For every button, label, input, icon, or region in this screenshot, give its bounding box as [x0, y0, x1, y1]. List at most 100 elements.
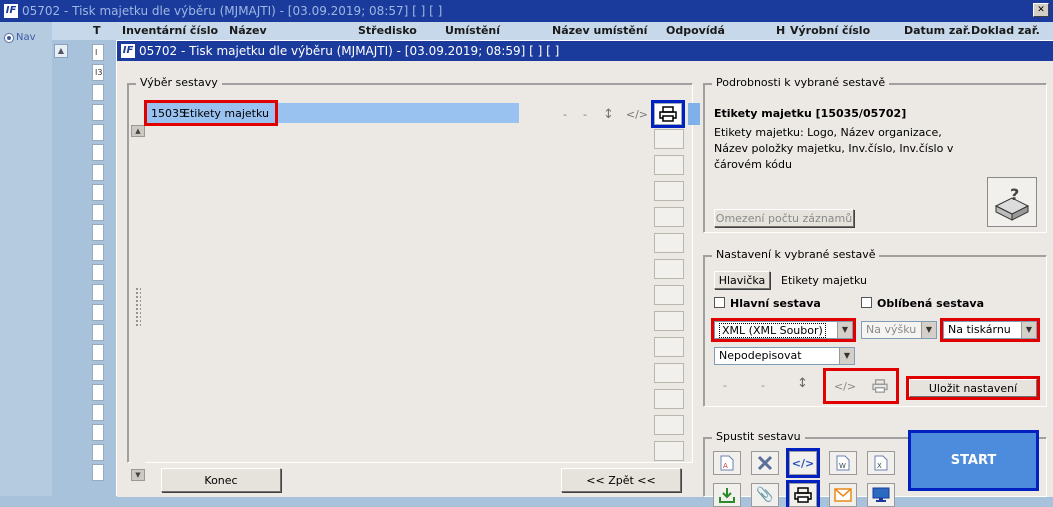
- run-report-group-label: Spustit sestavu: [712, 430, 805, 443]
- row-cell[interactable]: I: [92, 44, 104, 61]
- download-button[interactable]: [713, 483, 741, 507]
- signature-select[interactable]: Nepodepisovat ▼: [714, 347, 855, 365]
- header-value: Etikety majetku: [781, 274, 867, 287]
- list-scrollbar[interactable]: ▲ ▼: [131, 125, 145, 481]
- sort-arrows-icon[interactable]: ↕: [603, 107, 614, 122]
- row-cell[interactable]: [92, 404, 104, 421]
- close-button[interactable]: Konec: [161, 468, 281, 492]
- dialog-title: 05702 - Tisk majetku dle výběru (MJMAJTI…: [139, 44, 560, 58]
- row-cell[interactable]: [92, 424, 104, 441]
- print-button[interactable]: [786, 480, 820, 507]
- row-cell[interactable]: [92, 224, 104, 241]
- row-print-button[interactable]: [651, 100, 685, 128]
- orientation-select[interactable]: Na výšku ▼: [861, 321, 937, 339]
- report-action-cell[interactable]: [654, 415, 684, 435]
- column-header[interactable]: Inventární číslo: [122, 24, 218, 37]
- start-button[interactable]: START: [908, 430, 1039, 491]
- report-action-cell[interactable]: [654, 337, 684, 357]
- background-table-header: T Inventární číslo Název Středisko Umíst…: [52, 22, 1053, 40]
- format-select[interactable]: XML (XML Soubor) ▼: [711, 318, 856, 342]
- report-action-cell[interactable]: [654, 311, 684, 331]
- column-header[interactable]: Doklad zař.: [971, 24, 1040, 37]
- report-action-cell[interactable]: [654, 259, 684, 279]
- close-icon[interactable]: ✕: [1033, 3, 1049, 17]
- code-icon[interactable]: </>: [626, 108, 648, 121]
- export-excel-button[interactable]: X: [867, 451, 895, 475]
- dialog-body: Výběr sestavy ▲ ▼ 15035 Etikety majetku …: [117, 61, 1053, 507]
- column-header[interactable]: Odpovídá: [666, 24, 725, 37]
- export-xls-alt-button[interactable]: [751, 451, 779, 475]
- app-logo-icon: IF: [120, 43, 136, 59]
- row-cell[interactable]: [92, 284, 104, 301]
- attach-button[interactable]: 📎: [751, 483, 779, 507]
- row-cell[interactable]: [92, 124, 104, 141]
- scroll-up-icon[interactable]: ▲: [54, 44, 68, 58]
- chevron-down-icon[interactable]: ▼: [837, 322, 852, 338]
- report-action-cell[interactable]: [654, 285, 684, 305]
- export-xml-button[interactable]: </>: [786, 448, 820, 478]
- nav-radio[interactable]: Nav: [4, 32, 36, 43]
- sort-arrows-icon[interactable]: ↕: [797, 376, 808, 391]
- row-selection-edge: [688, 103, 700, 125]
- row-cell[interactable]: [92, 344, 104, 361]
- limit-records-button[interactable]: Omezení počtu záznamů: [714, 209, 854, 227]
- row-cell[interactable]: [92, 244, 104, 261]
- main-report-checkbox[interactable]: [714, 297, 725, 308]
- report-action-cell[interactable]: [654, 155, 684, 175]
- chevron-down-icon[interactable]: ▼: [1021, 322, 1036, 338]
- row-cell[interactable]: [92, 364, 104, 381]
- column-header[interactable]: Datum zař.: [904, 24, 971, 37]
- header-button[interactable]: Hlavička: [714, 271, 770, 289]
- row-cell[interactable]: [92, 84, 104, 101]
- row-cell[interactable]: I3: [92, 64, 104, 81]
- report-action-cell[interactable]: [654, 363, 684, 383]
- screen-preview-button[interactable]: [867, 483, 895, 507]
- printer-icon[interactable]: [872, 379, 888, 393]
- row-cell[interactable]: [92, 384, 104, 401]
- scroll-grip-icon[interactable]: [135, 287, 141, 327]
- favorite-report-checkbox[interactable]: [861, 297, 872, 308]
- row-cell[interactable]: [92, 464, 104, 481]
- report-action-cell[interactable]: [654, 233, 684, 253]
- email-button[interactable]: [829, 483, 857, 507]
- column-header[interactable]: Středisko: [358, 24, 417, 37]
- column-header[interactable]: Název: [229, 24, 267, 37]
- row-cell[interactable]: [92, 204, 104, 221]
- row-cell[interactable]: [92, 184, 104, 201]
- row-cell[interactable]: [92, 144, 104, 161]
- details-description: Etikety majetku: Logo, Název organizace,…: [714, 126, 954, 171]
- report-action-cell[interactable]: [654, 129, 684, 149]
- row-cell[interactable]: [92, 164, 104, 181]
- report-row-selected[interactable]: 15035 Etikety majetku: [144, 100, 519, 126]
- back-button[interactable]: << Zpět <<: [561, 468, 681, 492]
- row-cell[interactable]: [92, 264, 104, 281]
- format-select-value: XML (XML Soubor): [719, 323, 826, 338]
- chevron-down-icon[interactable]: ▼: [839, 348, 854, 364]
- report-action-cell[interactable]: [654, 441, 684, 461]
- column-header[interactable]: Název umístění: [552, 24, 647, 37]
- printer-help-icon: ?: [994, 185, 1030, 221]
- excel-file-icon: X: [874, 455, 888, 471]
- column-header[interactable]: T: [93, 24, 101, 37]
- row-cell[interactable]: [92, 104, 104, 121]
- report-action-cell[interactable]: [654, 181, 684, 201]
- row-cell[interactable]: [92, 304, 104, 321]
- scroll-up-icon[interactable]: ▲: [131, 125, 145, 137]
- export-word-button[interactable]: W: [829, 451, 857, 475]
- report-action-cell[interactable]: [654, 389, 684, 409]
- save-settings-button[interactable]: Uložit nastavení: [906, 376, 1040, 400]
- column-header[interactable]: H: [776, 24, 785, 37]
- printer-help-button[interactable]: ?: [987, 177, 1037, 227]
- chevron-down-icon[interactable]: ▼: [921, 322, 936, 338]
- scroll-down-icon[interactable]: ▼: [131, 469, 145, 481]
- output-select[interactable]: Na tiskárnu ▼: [940, 318, 1040, 342]
- report-action-cell[interactable]: [654, 207, 684, 227]
- column-header[interactable]: Umístění: [445, 24, 500, 37]
- code-icon[interactable]: </>: [834, 380, 856, 393]
- column-header[interactable]: Výrobní číslo: [790, 24, 870, 37]
- export-pdf-button[interactable]: A: [713, 451, 741, 475]
- monitor-icon: [872, 487, 890, 502]
- row-cell[interactable]: [92, 444, 104, 461]
- row-cell[interactable]: [92, 324, 104, 341]
- app-logo-icon: IF: [3, 3, 19, 19]
